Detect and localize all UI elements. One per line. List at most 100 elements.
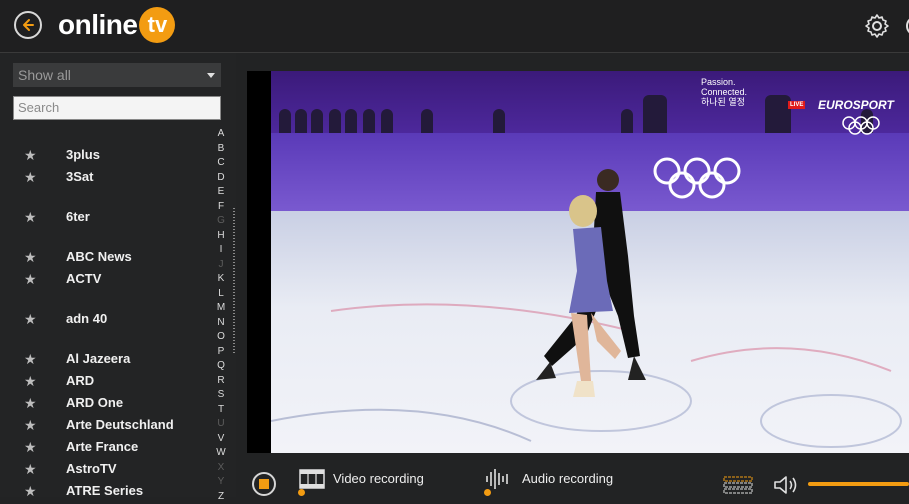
alphabet-letter[interactable]: Y	[214, 475, 228, 489]
alphabet-letter[interactable]: E	[214, 185, 228, 199]
channel-item[interactable]: ★ AstroTV	[0, 459, 200, 479]
recording-indicator-dot	[484, 489, 491, 496]
channel-name: adn 40	[66, 311, 108, 326]
channel-filter-select[interactable]: Show all	[13, 63, 221, 87]
channel-name: 6ter	[66, 209, 90, 224]
channel-name: Arte Deutschland	[66, 417, 174, 432]
alphabet-letter[interactable]: C	[214, 156, 228, 170]
live-badge: LIVE	[788, 101, 806, 109]
channel-name: AstroTV	[66, 461, 117, 476]
volume-slider[interactable]	[808, 482, 909, 486]
player-controls: Video recording Audio recording	[236, 460, 909, 497]
alphabet-letter[interactable]: V	[214, 432, 228, 446]
channel-name: ACTV	[66, 271, 102, 286]
star-icon[interactable]: ★	[24, 459, 37, 479]
app-logo: online tv	[58, 5, 176, 45]
volume-speaker-icon[interactable]	[772, 474, 800, 496]
alphabet-letter[interactable]: B	[214, 142, 228, 156]
channel-brand: EUROSPORT	[818, 98, 894, 112]
star-icon[interactable]: ★	[24, 371, 37, 391]
settings-gear-icon[interactable]	[864, 13, 890, 39]
alphabet-letter[interactable]: F	[214, 200, 228, 214]
channel-item[interactable]: ★ ABC News	[0, 247, 200, 267]
logo-badge: tv	[139, 7, 176, 43]
channel-name: ARD One	[66, 395, 124, 410]
alphabet-letter[interactable]: J	[214, 258, 228, 272]
channel-name: ARD	[66, 373, 95, 388]
video-recording-button[interactable]: Video recording	[298, 460, 424, 497]
video-player[interactable]: Passion. Connected. 하나된 열정 LIVE EUROSPOR…	[247, 71, 909, 453]
arrow-left-icon	[23, 19, 34, 31]
channel-name: Al Jazeera	[66, 351, 131, 366]
channel-name: 3Sat	[66, 169, 94, 184]
star-icon[interactable]: ★	[24, 349, 37, 369]
alphabet-letter[interactable]: W	[214, 446, 228, 460]
star-icon[interactable]: ★	[24, 437, 37, 457]
olympic-rings-icon	[842, 116, 880, 135]
star-icon[interactable]: ★	[24, 269, 37, 289]
star-icon[interactable]: ★	[24, 481, 37, 501]
skater-figure	[569, 195, 621, 397]
channel-search-input[interactable]: Search	[13, 96, 221, 120]
channel-item[interactable]: ★ Arte Deutschland	[0, 415, 200, 435]
star-icon[interactable]: ★	[24, 415, 37, 435]
alphabet-letter[interactable]: X	[214, 461, 228, 475]
video-frame[interactable]: Passion. Connected. 하나된 열정 LIVE EUROSPOR…	[271, 71, 909, 453]
alphabet-letter[interactable]: P	[214, 345, 228, 359]
alphabet-letter[interactable]: H	[214, 229, 228, 243]
video-recording-label: Video recording	[333, 471, 424, 486]
film-strip-icon	[299, 468, 325, 489]
star-icon[interactable]: ★	[24, 309, 37, 329]
alphabet-letter[interactable]: S	[214, 388, 228, 402]
sponsor-line: 하나된 열정	[701, 97, 745, 107]
back-button[interactable]	[14, 11, 42, 39]
alphabet-letter[interactable]: L	[214, 287, 228, 301]
channel-item[interactable]: ★ 6ter	[0, 207, 200, 227]
sponsor-line: Passion.	[701, 77, 736, 87]
alphabet-letter[interactable]: A	[214, 127, 228, 141]
channel-name: Arte France	[66, 439, 139, 454]
channel-name: 3plus	[66, 147, 100, 162]
channel-item[interactable]: ★ adn 40	[0, 309, 200, 329]
olympic-rings-icon	[653, 157, 741, 199]
channel-sidebar: Show all Search ★ 3plus ★ 3Sat ★ 6ter ★ …	[0, 53, 236, 502]
star-icon[interactable]: ★	[24, 393, 37, 413]
filter-value: Show all	[18, 67, 71, 83]
stop-button[interactable]	[252, 472, 276, 496]
alphabet-letter[interactable]: D	[214, 171, 228, 185]
window-button-icon[interactable]	[902, 12, 909, 40]
channel-item[interactable]: ★ ATRE Series	[0, 481, 200, 501]
channel-item[interactable]: ★ ARD	[0, 371, 200, 391]
channel-item[interactable]: ★ 3Sat	[0, 167, 200, 187]
audio-wave-icon	[486, 468, 508, 489]
star-icon[interactable]: ★	[24, 167, 37, 187]
alphabet-letter[interactable]: O	[214, 330, 228, 344]
star-icon[interactable]: ★	[24, 207, 37, 227]
channel-item[interactable]: ★ ARD One	[0, 393, 200, 413]
sponsor-text: Passion. Connected. 하나된 열정	[701, 77, 747, 107]
channel-item[interactable]: ★ 3plus	[0, 145, 200, 165]
star-icon[interactable]: ★	[24, 247, 37, 267]
channel-name: ATRE Series	[66, 483, 144, 498]
alphabet-letter[interactable]: M	[214, 301, 228, 315]
alphabet-letter[interactable]: R	[214, 374, 228, 388]
equalizer-icon[interactable]	[723, 476, 753, 494]
alphabet-letter[interactable]: N	[214, 316, 228, 330]
alphabet-letter[interactable]: K	[214, 272, 228, 286]
alphabet-letter[interactable]: I	[214, 243, 228, 257]
channel-item[interactable]: ★ ACTV	[0, 269, 200, 289]
alphabet-letter[interactable]: G	[214, 214, 228, 228]
alphabet-letter[interactable]: U	[214, 417, 228, 431]
channel-item[interactable]: ★ Arte France	[0, 437, 200, 457]
logo-text: online	[58, 9, 138, 40]
star-icon[interactable]: ★	[24, 145, 37, 165]
sidebar-scrollbar[interactable]	[233, 208, 235, 354]
channel-name: ABC News	[66, 249, 132, 264]
alphabet-letter[interactable]: T	[214, 403, 228, 417]
chevron-down-icon	[207, 73, 215, 78]
audio-recording-button[interactable]: Audio recording	[484, 460, 613, 497]
channel-item[interactable]: ★ Al Jazeera	[0, 349, 200, 369]
stop-icon	[259, 479, 269, 489]
app-header: online tv	[0, 0, 909, 53]
alphabet-letter[interactable]: Q	[214, 359, 228, 373]
